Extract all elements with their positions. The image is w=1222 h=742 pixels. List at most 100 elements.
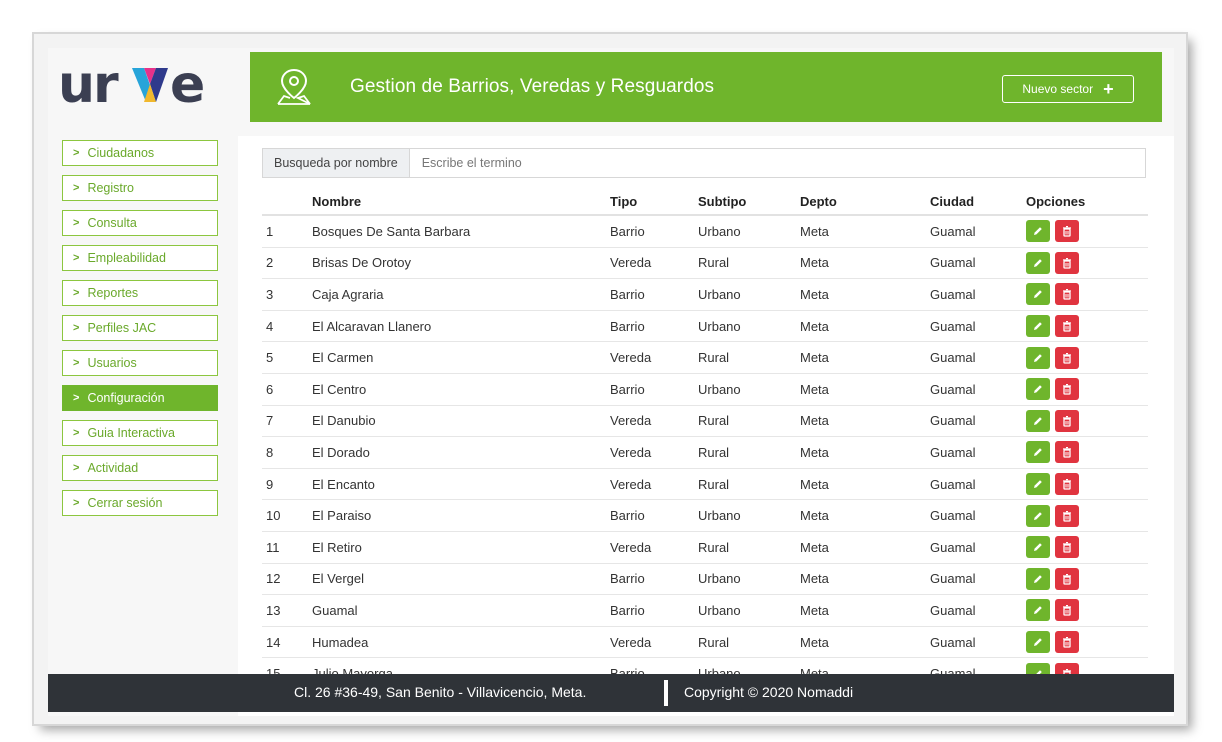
sidebar-item-10[interactable]: > Cerrar sesión — [62, 490, 218, 516]
table-row: 5 El Carmen Vereda Rural Meta Guamal — [262, 341, 1148, 374]
chevron-right-icon: > — [73, 322, 80, 334]
cell-nombre: Guamal — [312, 594, 610, 627]
edit-button[interactable] — [1026, 567, 1050, 590]
table-row: 12 El Vergel Barrio Urbano Meta Guamal — [262, 563, 1148, 596]
delete-button[interactable] — [1055, 378, 1079, 401]
edit-button[interactable] — [1026, 346, 1050, 369]
new-sector-button[interactable]: Nuevo sector + — [1002, 75, 1134, 103]
cell-depto: Meta — [800, 436, 930, 469]
delete-button[interactable] — [1055, 441, 1079, 464]
delete-button[interactable] — [1055, 631, 1079, 654]
edit-button[interactable] — [1026, 631, 1050, 654]
table-row: 6 El Centro Barrio Urbano Meta Guamal — [262, 373, 1148, 406]
cell-subtipo: Rural — [698, 341, 800, 374]
cell-opciones — [1026, 278, 1148, 311]
cell-ciudad: Guamal — [930, 310, 1026, 343]
app-frame: ur e > Ciudadanos > Registro > Consulta > Emple… — [34, 34, 1186, 724]
cell-ciudad: Guamal — [930, 373, 1026, 406]
col-header-depto[interactable]: Depto — [800, 188, 930, 216]
trash-icon — [1063, 321, 1071, 332]
col-header-tipo[interactable]: Tipo — [610, 188, 698, 216]
cell-subtipo: Rural — [698, 531, 800, 564]
cell-opciones — [1026, 531, 1148, 564]
col-header-ciudad[interactable]: Ciudad — [930, 188, 1026, 216]
cell-subtipo: Rural — [698, 247, 800, 280]
sidebar-item-0[interactable]: > Ciudadanos — [62, 140, 218, 166]
search-input[interactable] — [409, 149, 1145, 177]
app-window: ur e > Ciudadanos > Registro > Consulta > Emple… — [48, 48, 1174, 716]
cell-depto: Meta — [800, 278, 930, 311]
edit-button[interactable] — [1026, 378, 1050, 401]
edit-button[interactable] — [1026, 441, 1050, 464]
edit-button[interactable] — [1026, 315, 1050, 338]
delete-button[interactable] — [1055, 599, 1079, 622]
edit-button[interactable] — [1026, 409, 1050, 432]
pencil-icon — [1034, 480, 1042, 489]
sidebar-item-9[interactable]: > Actividad — [62, 455, 218, 481]
pencil-icon — [1034, 417, 1042, 425]
col-header-subtipo[interactable]: Subtipo — [698, 188, 800, 216]
delete-button[interactable] — [1055, 473, 1079, 496]
map-pin-icon — [277, 68, 311, 105]
cell-ciudad: Guamal — [930, 626, 1026, 659]
delete-button[interactable] — [1055, 283, 1079, 306]
trash-icon — [1063, 637, 1071, 648]
edit-button[interactable] — [1026, 536, 1050, 559]
sidebar-item-7[interactable]: > Configuración — [62, 385, 218, 411]
cell-tipo: Vereda — [610, 436, 698, 469]
sidebar-item-2[interactable]: > Consulta — [62, 210, 218, 236]
row-index: 1 — [262, 215, 312, 248]
cell-ciudad: Guamal — [930, 468, 1026, 501]
delete-button[interactable] — [1055, 251, 1079, 274]
cell-opciones — [1026, 310, 1148, 343]
new-sector-button-label: Nuevo sector — [1022, 82, 1094, 96]
delete-button[interactable] — [1055, 346, 1079, 369]
cell-subtipo: Urbano — [698, 278, 800, 311]
edit-button[interactable] — [1026, 283, 1050, 306]
trash-icon — [1063, 447, 1071, 459]
delete-button[interactable] — [1055, 220, 1079, 243]
cell-nombre: El Paraiso — [312, 499, 610, 532]
cell-opciones — [1026, 626, 1148, 659]
table-row: 9 El Encanto Vereda Rural Meta Guamal — [262, 468, 1148, 501]
pencil-icon — [1034, 511, 1042, 520]
col-header-nombre[interactable]: Nombre — [312, 188, 610, 216]
cell-depto: Meta — [800, 626, 930, 659]
sidebar-item-5[interactable]: > Perfiles JAC — [62, 315, 218, 341]
row-index: 7 — [262, 405, 312, 438]
cell-tipo: Vereda — [610, 247, 698, 280]
table-row: 3 Caja Agraria Barrio Urbano Meta Guamal — [262, 278, 1148, 311]
edit-button[interactable] — [1026, 473, 1050, 496]
delete-button[interactable] — [1055, 315, 1079, 338]
sidebar-item-3[interactable]: > Empleabilidad — [62, 245, 218, 271]
delete-button[interactable] — [1055, 567, 1079, 590]
sidebar-item-6[interactable]: > Usuarios — [62, 350, 218, 376]
sidebar-item-1[interactable]: > Registro — [62, 175, 218, 201]
sidebar-item-label: Actividad — [87, 461, 139, 475]
edit-button[interactable] — [1026, 599, 1050, 622]
trash-icon — [1063, 510, 1071, 522]
row-index: 10 — [262, 499, 312, 532]
cell-subtipo: Urbano — [698, 310, 800, 343]
edit-button[interactable] — [1026, 251, 1050, 274]
cell-nombre: Bosques De Santa Barbara — [312, 215, 610, 248]
cell-tipo: Barrio — [610, 215, 698, 248]
row-index: 14 — [262, 626, 312, 659]
sidebar-item-4[interactable]: > Reportes — [62, 280, 218, 306]
cell-depto: Meta — [800, 341, 930, 374]
sectors-table: Nombre Tipo Subtipo Depto Ciudad Opcione… — [262, 188, 1148, 690]
delete-button[interactable] — [1055, 536, 1079, 559]
cell-nombre: Caja Agraria — [312, 278, 610, 311]
cell-nombre: El Retiro — [312, 531, 610, 564]
sidebar-item-8[interactable]: > Guia Interactiva — [62, 420, 218, 446]
cell-tipo: Barrio — [610, 278, 698, 311]
edit-button[interactable] — [1026, 220, 1050, 243]
trash-icon — [1063, 542, 1071, 553]
delete-button[interactable] — [1055, 409, 1079, 432]
cell-depto: Meta — [800, 499, 930, 532]
chevron-right-icon: > — [73, 427, 80, 439]
edit-button[interactable] — [1026, 504, 1050, 527]
table-row: 2 Brisas De Orotoy Vereda Rural Meta Guamal — [262, 247, 1148, 280]
delete-button[interactable] — [1055, 504, 1079, 527]
cell-ciudad: Guamal — [930, 531, 1026, 564]
